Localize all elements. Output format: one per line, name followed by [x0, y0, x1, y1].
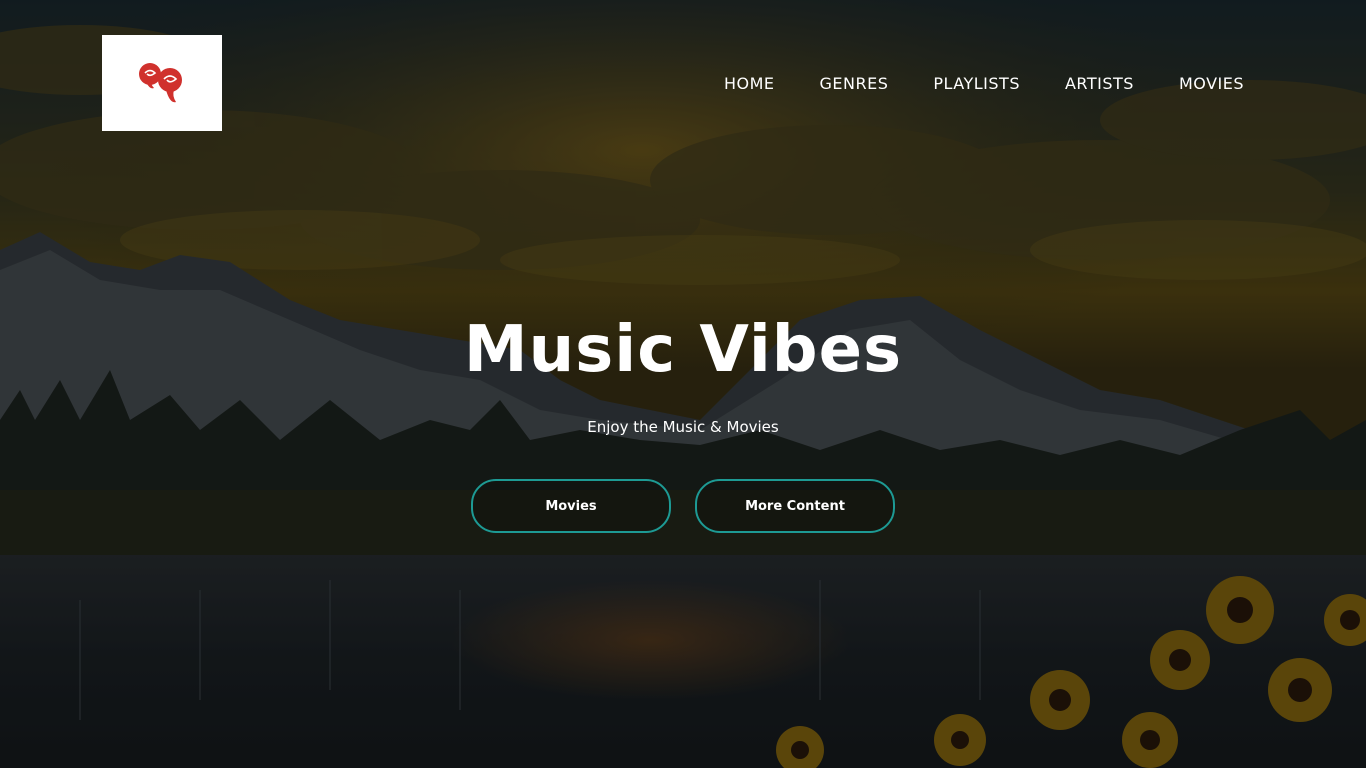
logo[interactable] [102, 35, 222, 131]
hero-section: HOME GENRES PLAYLISTS ARTISTS MOVIES Mus… [0, 0, 1366, 768]
roses-logo-icon [139, 63, 182, 103]
hero-subtitle: Enjoy the Music & Movies [587, 418, 779, 436]
hero-title: Music Vibes [463, 313, 903, 387]
nav-item-playlists[interactable]: PLAYLISTS [933, 72, 1020, 96]
main-nav: HOME GENRES PLAYLISTS ARTISTS MOVIES [679, 72, 1244, 96]
movies-button[interactable]: Movies [471, 479, 671, 533]
more-content-button[interactable]: More Content [695, 479, 895, 533]
nav-item-artists[interactable]: ARTISTS [1065, 72, 1134, 96]
nav-item-home[interactable]: HOME [724, 72, 775, 96]
nav-item-movies[interactable]: MOVIES [1179, 72, 1244, 96]
nav-item-genres[interactable]: GENRES [819, 72, 888, 96]
